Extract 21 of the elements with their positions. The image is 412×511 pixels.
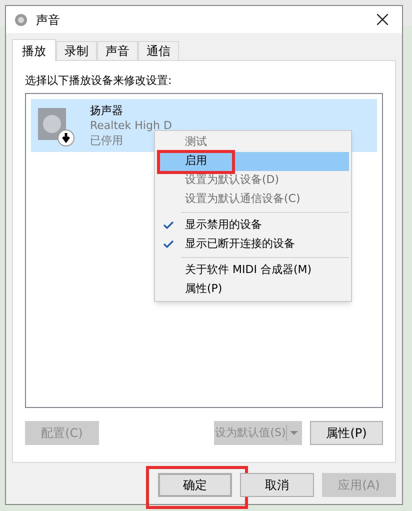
- tab[interactable]: 通信: [138, 41, 179, 60]
- dialog-button[interactable]: 确定: [158, 473, 232, 497]
- close-icon: [376, 14, 388, 25]
- menu-item[interactable]: 显示已断开连接的设备: [157, 235, 349, 254]
- menu-item[interactable]: 关于软件 MIDI 合成器(M): [157, 261, 349, 280]
- window-title: 声音: [36, 12, 60, 28]
- tab[interactable]: 声音: [97, 41, 138, 60]
- instruction-text: 选择以下播放设备来修改设置:: [25, 74, 173, 88]
- device-status: 已停用: [90, 133, 124, 148]
- check-icon: [162, 240, 174, 249]
- menu-item[interactable]: 启用: [157, 152, 349, 171]
- dialog-button[interactable]: 取消: [240, 473, 314, 497]
- speaker-icon: [14, 12, 28, 26]
- tab[interactable]: 播放: [12, 39, 56, 61]
- properties-button[interactable]: 属性(P): [310, 421, 383, 445]
- menu-item[interactable]: 属性(P): [157, 280, 349, 299]
- device-name: 扬声器: [90, 103, 124, 118]
- menu-item[interactable]: 显示禁用的设备: [157, 216, 349, 235]
- check-icon: [162, 221, 174, 230]
- device-driver: Realtek High D: [90, 118, 172, 133]
- tab[interactable]: 录制: [56, 41, 97, 60]
